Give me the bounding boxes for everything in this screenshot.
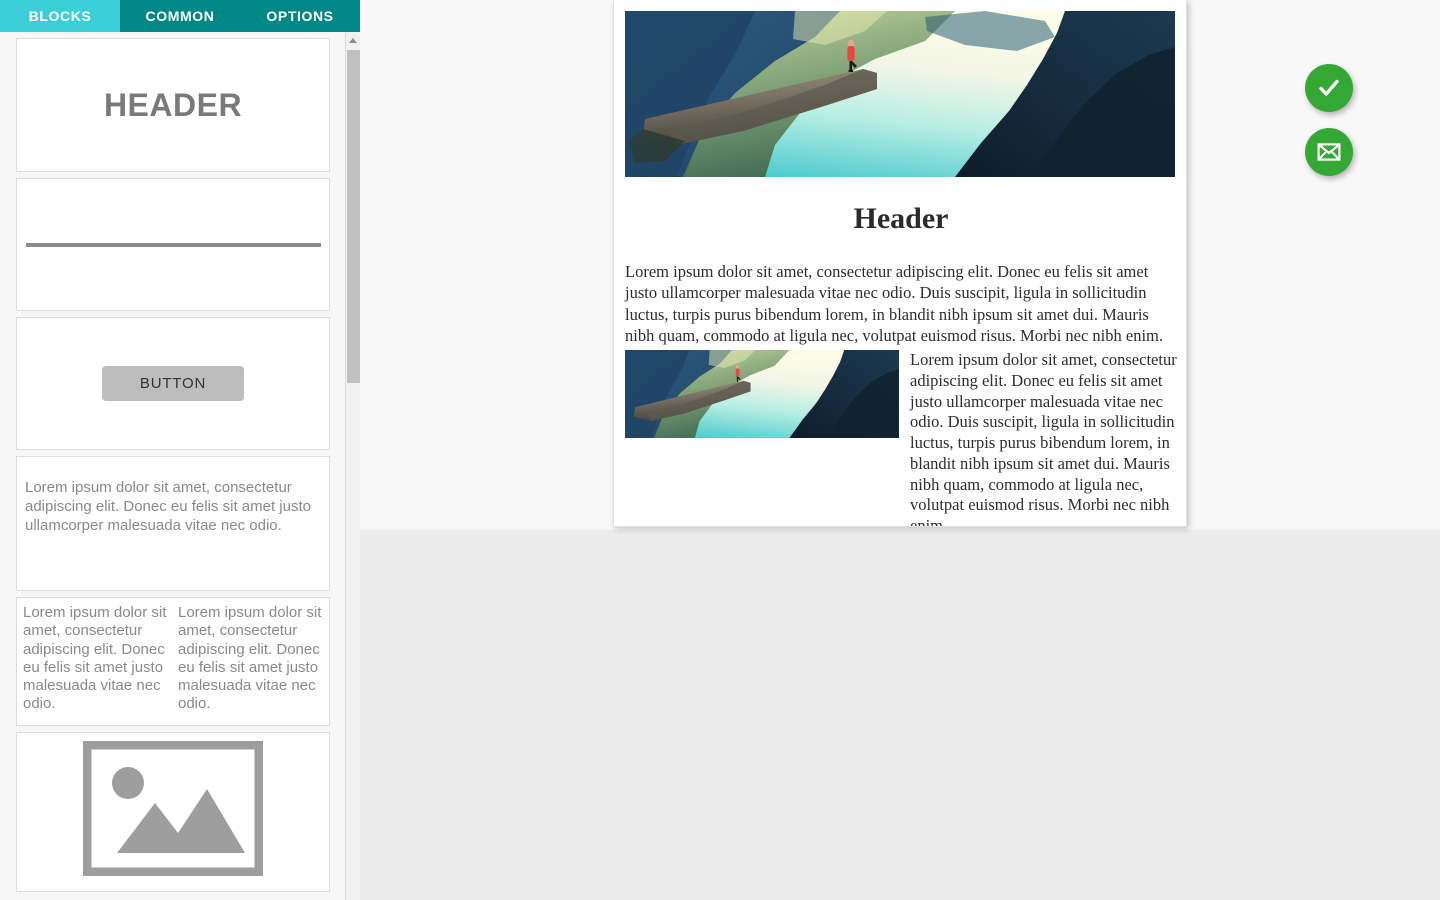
divider-rule-icon [25,242,321,247]
palette-block-text[interactable]: Lorem ipsum dolor sit amet, consectetur … [16,456,330,591]
canvas-paragraph[interactable]: Lorem ipsum dolor sit amet, consectetur … [625,261,1177,347]
page-canvas[interactable]: Header Lorem ipsum dolor sit amet, conse… [613,0,1187,527]
image-placeholder-icon [83,741,263,876]
palette-two-column-left: Lorem ipsum dolor sit amet, consectetur … [23,604,167,713]
tab-common[interactable]: COMMON [120,0,240,32]
scrollbar-thumb[interactable] [347,50,360,383]
blocks-panel: BLOCKS COMMON OPTIONS HEADER BUTTON Lore… [0,0,360,900]
canvas-backdrop-lower [360,530,1440,900]
tab-options-label: OPTIONS [266,8,334,24]
confirm-fab-button[interactable] [1305,64,1353,112]
canvas-hero-image[interactable] [625,11,1175,177]
envelope-icon [1317,143,1341,161]
cliff-fjord-thumbnail-illustration [625,350,899,438]
app-root: BLOCKS COMMON OPTIONS HEADER BUTTON Lore… [0,0,1440,900]
blocks-panel-scrollbar[interactable] [345,32,360,900]
canvas-media-text[interactable]: Lorem ipsum dolor sit amet, consectetur … [910,350,1177,526]
cliff-fjord-photo-illustration [625,11,1175,177]
mail-fab-button[interactable] [1305,128,1353,176]
panel-tab-bar: BLOCKS COMMON OPTIONS [0,0,360,32]
tab-common-label: COMMON [145,8,215,24]
tab-options[interactable]: OPTIONS [240,0,360,32]
tab-blocks-label: BLOCKS [28,8,92,24]
palette-block-text-body: Lorem ipsum dolor sit amet, consectetur … [25,479,311,534]
canvas-section-header[interactable]: Header [614,202,1186,236]
canvas-media-text-block: Lorem ipsum dolor sit amet, consectetur … [625,350,1177,526]
palette-block-button-label: BUTTON [101,366,245,401]
palette-block-divider[interactable] [16,178,330,311]
scroll-up-button[interactable] [346,32,360,48]
palette-block-header-label: HEADER [103,86,243,123]
canvas-media-thumbnail[interactable] [625,350,899,438]
palette-block-button[interactable]: BUTTON [16,317,330,450]
check-icon [1319,79,1339,96]
palette-block-header[interactable]: HEADER [16,38,330,172]
tab-blocks[interactable]: BLOCKS [0,0,120,32]
palette-block-image[interactable] [16,732,330,892]
palette-block-two-column[interactable]: Lorem ipsum dolor sit amet, consectetur … [16,597,330,726]
palette-two-column-right: Lorem ipsum dolor sit amet, consectetur … [178,604,322,713]
block-palette-list[interactable]: HEADER BUTTON Lorem ipsum dolor sit amet… [0,32,345,900]
caret-up-icon [349,37,357,43]
